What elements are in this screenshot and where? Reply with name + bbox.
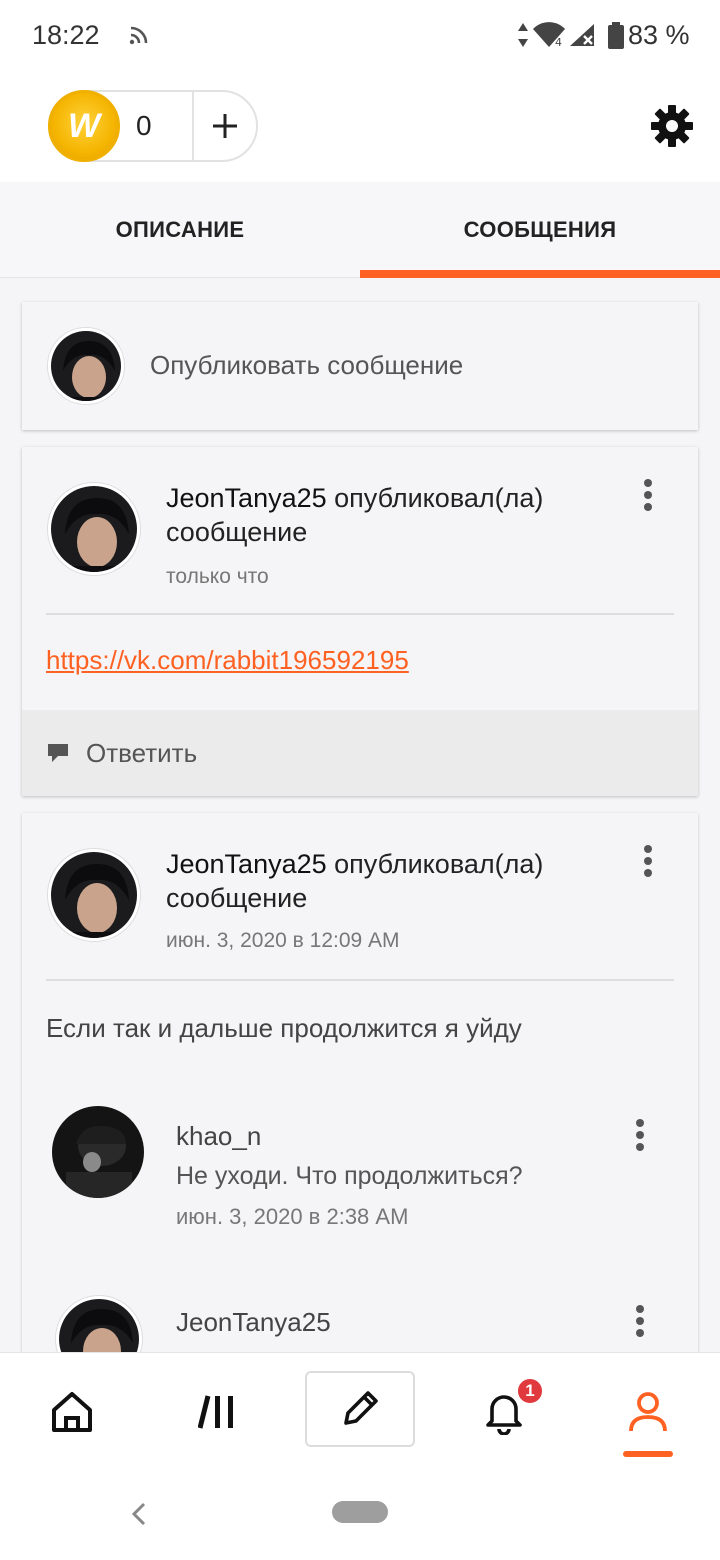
reply-label: Ответить	[86, 738, 198, 768]
post-message-prompt[interactable]: Опубликовать сообщение	[150, 350, 463, 381]
back-button[interactable]	[124, 1496, 154, 1532]
battery-percent: 83 %	[628, 20, 690, 50]
more-options-button[interactable]	[633, 839, 663, 883]
post-timestamp: только что	[166, 565, 269, 588]
top-bar: W 0	[0, 72, 720, 182]
post-link[interactable]: https://vk.com/rabbit196592195	[46, 645, 409, 676]
signal-icon	[568, 22, 596, 53]
svg-text:4: 4	[555, 36, 562, 48]
bottom-navigation: 1	[0, 1352, 720, 1470]
home-pill-button[interactable]	[332, 1501, 388, 1523]
avatar	[48, 328, 124, 404]
comment-author[interactable]: JeonTanya25	[176, 1307, 331, 1338]
post-header: JeonTanya25 опубликовал(ла) сообщение	[166, 847, 616, 915]
comment-author[interactable]: khao_n	[176, 1121, 261, 1152]
status-bar: 18:22 4 83 %	[0, 0, 720, 72]
gear-icon	[651, 105, 693, 147]
divider	[46, 979, 674, 981]
cast-icon	[128, 22, 152, 51]
post-body: Если так и дальше продолжится я уйду	[46, 1013, 522, 1043]
avatar[interactable]	[48, 849, 140, 941]
comment-icon	[48, 744, 68, 762]
nav-home[interactable]	[22, 1353, 122, 1471]
plus-icon	[213, 114, 237, 138]
post-header: JeonTanya25 опубликовал(ла) сообщение	[166, 481, 616, 549]
avatar[interactable]	[48, 483, 140, 575]
data-arrows-icon	[516, 22, 530, 53]
more-options-button[interactable]	[633, 473, 663, 517]
wifi-icon: 4	[532, 22, 566, 53]
comment-more-button[interactable]	[625, 1299, 655, 1343]
composer-card[interactable]: Опубликовать сообщение	[22, 302, 698, 430]
system-navigation	[0, 1470, 720, 1560]
tab-description[interactable]: ОПИСАНИЕ	[0, 182, 360, 278]
battery-icon	[607, 22, 625, 55]
add-coins-button[interactable]	[194, 92, 256, 160]
chevron-left-icon	[131, 1502, 146, 1526]
tab-bar: ОПИСАНИЕ СООБЩЕНИЯ	[0, 182, 720, 278]
profile-icon	[629, 1392, 667, 1432]
home-icon	[52, 1392, 92, 1432]
post-author[interactable]: JeonTanya25	[166, 849, 327, 879]
more-vertical-icon	[636, 1119, 644, 1151]
active-nav-indicator	[623, 1451, 673, 1457]
coin-wallet[interactable]: W 0	[48, 90, 258, 162]
tab-messages[interactable]: СООБЩЕНИЯ	[360, 182, 720, 278]
nav-notifications[interactable]	[454, 1353, 554, 1471]
divider	[46, 613, 674, 615]
comment-more-button[interactable]	[625, 1113, 655, 1157]
post-timestamp: июн. 3, 2020 в 12:09 AM	[166, 929, 400, 952]
notification-badge: 1	[516, 1377, 544, 1405]
library-icon	[198, 1395, 233, 1429]
coin-icon: W	[48, 90, 120, 162]
status-time: 18:22	[32, 20, 100, 50]
more-vertical-icon	[636, 1305, 644, 1337]
nav-library[interactable]	[168, 1353, 268, 1471]
settings-button[interactable]	[648, 102, 696, 150]
more-vertical-icon	[644, 479, 652, 511]
post-author[interactable]: JeonTanya25	[166, 483, 327, 513]
pencil-icon	[344, 1391, 378, 1425]
active-tab-indicator	[360, 270, 720, 278]
avatar[interactable]	[52, 1106, 144, 1198]
comment-timestamp: июн. 3, 2020 в 2:38 AM	[176, 1204, 409, 1229]
coin-count: 0	[136, 110, 152, 141]
post-card: JeonTanya25 опубликовал(ла) сообщение ию…	[22, 813, 698, 1382]
more-vertical-icon	[644, 845, 652, 877]
post-card: JeonTanya25 опубликовал(ла) сообщение то…	[22, 447, 698, 796]
reply-button[interactable]: Ответить	[22, 710, 698, 796]
nav-write[interactable]	[305, 1371, 415, 1447]
comment-text: Не уходи. Что продолжиться?	[176, 1162, 523, 1190]
